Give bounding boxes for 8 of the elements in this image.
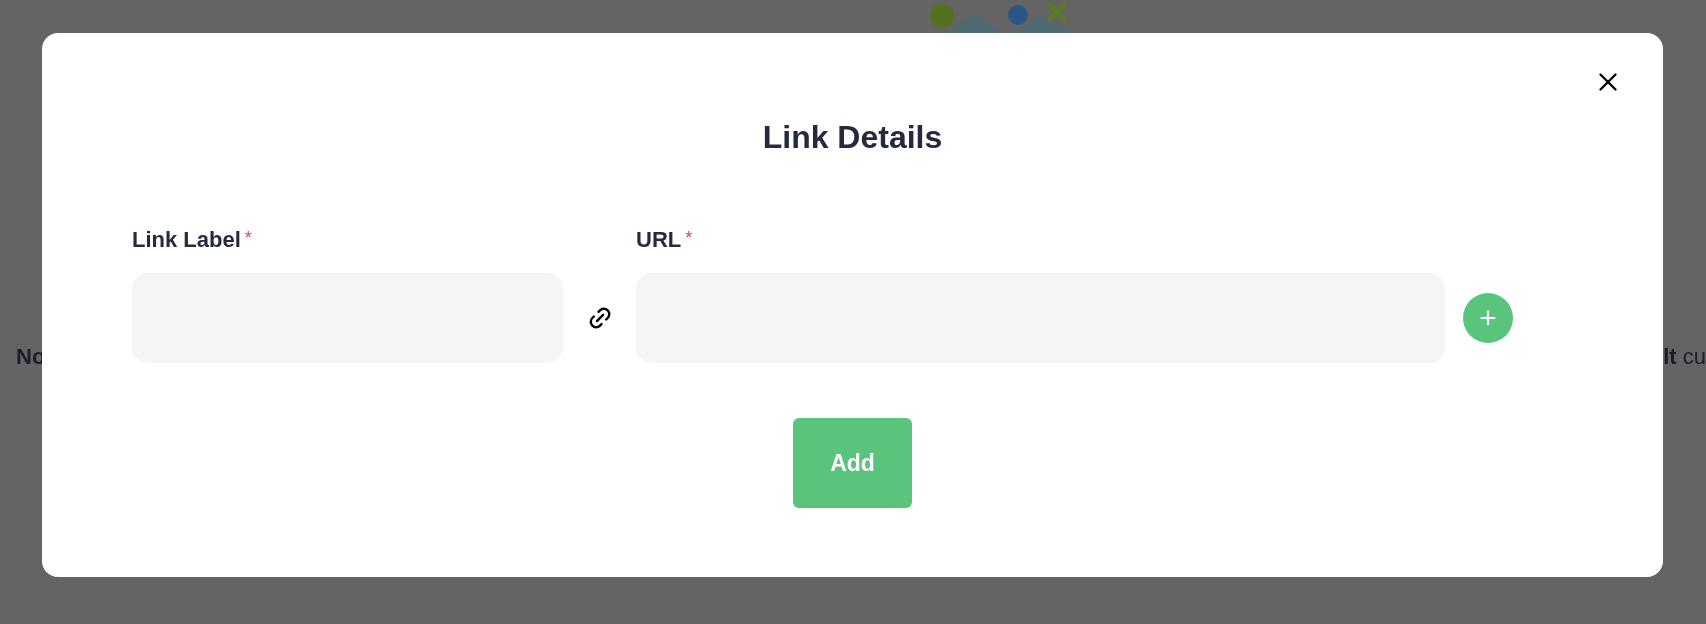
add-button[interactable]: Add xyxy=(793,418,912,508)
required-mark: * xyxy=(685,229,693,247)
background-text: lt cu xyxy=(1663,343,1706,371)
field-label: URL xyxy=(636,229,682,251)
field-label: Link Label xyxy=(132,229,241,251)
required-mark: * xyxy=(244,229,252,247)
add-row-button[interactable]: + xyxy=(1463,293,1513,343)
dialog-title: Link Details xyxy=(762,118,943,157)
